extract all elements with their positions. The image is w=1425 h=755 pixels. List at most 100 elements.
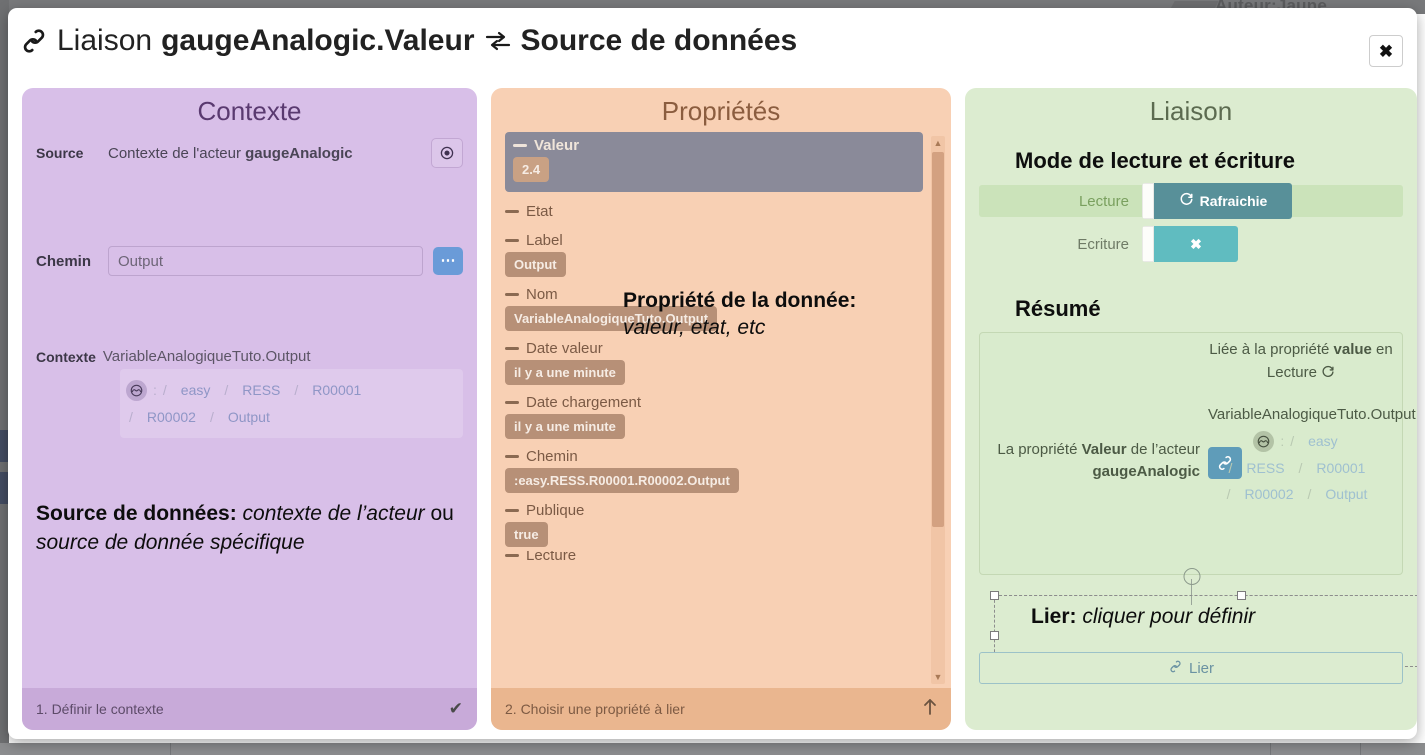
- property-name: Lecture: [526, 551, 577, 560]
- properties-list: Valeur 2.4 Etat Label Output Nom Variabl…: [491, 132, 951, 688]
- ecriture-label: Ecriture: [1077, 235, 1129, 253]
- selection-handle-tc[interactable]: [1237, 591, 1246, 600]
- lecture-row: Lecture Rafraichie: [979, 183, 1403, 219]
- contexte-path-line-2: / R00002 / Output: [126, 404, 457, 431]
- contexte-value-text: VariableAnalogiqueTuto.Output: [102, 348, 311, 365]
- dialog-header: Liaison gaugeAnalogic.Valeur Source de d…: [8, 8, 1417, 70]
- selection-handle-tl[interactable]: [990, 591, 999, 600]
- annotation-source-mid: ou: [424, 502, 454, 526]
- resume-right-block: Liée à la propriété value en Lecture Var…: [1208, 339, 1416, 508]
- chemin-browse-button[interactable]: ⋯: [433, 247, 463, 275]
- dash-icon: [505, 239, 519, 242]
- scrollbar-thumb[interactable]: [932, 152, 944, 527]
- cross-icon: ✖: [1190, 235, 1202, 252]
- mode-section-heading: Mode de lecture et écriture: [1015, 148, 1295, 173]
- wave-signal-icon: [1253, 430, 1275, 452]
- step-1-footer[interactable]: 1. Définir le contexte ✔: [22, 688, 477, 730]
- contexte-path-seg-0[interactable]: easy: [170, 377, 222, 404]
- contexte-path-sep-3: /: [294, 382, 299, 398]
- annotation-source-de-donnees: Source de données: contexte de l’acteur …: [22, 500, 477, 557]
- list-item[interactable]: Date valeur il y a une minute: [505, 335, 923, 385]
- resume-property-name: Valeur: [1081, 441, 1127, 458]
- property-value: Output: [505, 252, 566, 277]
- chemin-label: Chemin: [36, 252, 92, 270]
- panel-contexte-title: Contexte: [197, 96, 302, 126]
- close-icon[interactable]: ✖: [1369, 35, 1403, 67]
- annotation-source-italic-1: contexte de l’acteur: [236, 502, 425, 526]
- resume-path-sep-3: /: [1298, 459, 1303, 476]
- property-name: Chemin: [526, 448, 578, 465]
- resume-path-sep-4: /: [1226, 486, 1231, 503]
- property-value: il y a une minute: [505, 360, 625, 385]
- contexte-path-seg-1[interactable]: RESS: [231, 377, 291, 404]
- list-item[interactable]: Publique true: [505, 497, 923, 547]
- chevron-up-icon[interactable]: ▲: [931, 136, 945, 150]
- step-2-footer[interactable]: 2. Choisir une propriété à lier: [491, 688, 951, 730]
- contexte-path-seg-4[interactable]: Output: [217, 404, 281, 431]
- chemin-row: Chemin ⋯: [22, 246, 477, 276]
- contexte-path-seg-3[interactable]: R00002: [136, 404, 207, 431]
- selection-handle-ml[interactable]: [990, 631, 999, 640]
- lier-button[interactable]: Lier: [979, 652, 1403, 684]
- ecriture-toggle[interactable]: ✖: [1142, 226, 1238, 262]
- annotation-source-italic-2: source de donnée spécifique: [36, 530, 305, 554]
- source-value: Contexte de l'acteur gaugeAnalogic: [108, 144, 353, 162]
- page-title: Liaison gaugeAnalogic.Valeur Source de d…: [20, 24, 797, 58]
- property-name: Nom: [526, 286, 558, 303]
- properties-scrollbar[interactable]: ▲ ▼: [931, 136, 945, 684]
- panel-contexte: Contexte Source Contexte de l'acteur gau…: [22, 88, 477, 730]
- contexte-path-sep-5: /: [209, 408, 214, 425]
- property-value: true: [505, 522, 548, 547]
- resume-path-seg-1[interactable]: RESS: [1235, 455, 1295, 482]
- source-actor-name: gaugeAnalogic: [245, 144, 353, 162]
- property-name-row: Date chargement: [505, 389, 923, 414]
- annotation-propriete-italic: valeur, etat, etc: [623, 316, 766, 340]
- property-value: 2.4: [513, 157, 550, 182]
- resume-binding-description: Liée à la propriété value en Lecture: [1209, 341, 1393, 381]
- title-binding-target: gaugeAnalogic.Valeur: [161, 24, 475, 57]
- property-name: Date valeur: [526, 340, 603, 357]
- contexte-path-seg-2[interactable]: R00001: [301, 377, 372, 404]
- panel-liaison-title: Liaison: [1149, 96, 1233, 126]
- list-item[interactable]: Valeur 2.4: [505, 132, 923, 192]
- property-value: :easy.RESS.R00001.R00002.Output: [505, 468, 739, 493]
- list-item-partial[interactable]: Lecture: [505, 551, 923, 560]
- lecture-toggle[interactable]: Rafraichie: [1142, 183, 1292, 219]
- resume-path-seg-4[interactable]: Output: [1314, 481, 1378, 508]
- resume-path-line-2: / RESS / R00001: [1208, 455, 1394, 482]
- contexte-path-sep-2: /: [224, 382, 229, 398]
- list-item[interactable]: Label Output: [505, 227, 923, 277]
- list-item[interactable]: Etat: [505, 198, 923, 223]
- property-name-row: Chemin: [505, 443, 923, 468]
- link-icon: [20, 27, 48, 55]
- rotate-handle-icon[interactable]: [1183, 568, 1200, 585]
- binding-dialog: Liaison gaugeAnalogic.Valeur Source de d…: [8, 8, 1417, 739]
- ecriture-toggle-body: ✖: [1154, 226, 1238, 262]
- property-name: Publique: [526, 502, 585, 519]
- target-icon[interactable]: [431, 138, 463, 168]
- panel-proprietes-body: Valeur 2.4 Etat Label Output Nom Variabl…: [491, 132, 951, 688]
- source-label: Source: [36, 145, 84, 161]
- lecture-toggle-knob: [1142, 183, 1154, 219]
- list-item[interactable]: Chemin :easy.RESS.R00001.R00002.Output: [505, 443, 923, 493]
- property-name: Date chargement: [526, 394, 642, 411]
- lier-zone: Lier: cliquer pour définir Lier: [979, 568, 1417, 684]
- property-name: Valeur: [534, 137, 580, 154]
- property-name-row: Valeur: [513, 137, 915, 157]
- check-icon: ✔: [448, 699, 463, 718]
- chemin-input[interactable]: [108, 246, 423, 276]
- swap-arrows-icon: [484, 29, 512, 53]
- resume-path-line-1: : / easy: [1208, 428, 1394, 455]
- property-value: il y a une minute: [505, 414, 625, 439]
- dash-icon: [505, 210, 519, 213]
- annotation-propriete-bold: Propriété de la donnée:: [623, 289, 857, 312]
- list-item[interactable]: Date chargement il y a une minute: [505, 389, 923, 439]
- chevron-down-icon[interactable]: ▼: [931, 670, 945, 684]
- resume-section-heading: Résumé: [1015, 296, 1101, 321]
- resume-box: La propriété Valeur de l’acteur gaugeAna…: [979, 332, 1416, 575]
- resume-path-seg-3[interactable]: R00002: [1233, 481, 1304, 508]
- dash-icon: [505, 554, 519, 557]
- resume-path-seg-2[interactable]: R00001: [1305, 455, 1376, 482]
- resume-path-seg-0[interactable]: easy: [1297, 428, 1349, 455]
- resume-path-line-3: / R00002 / Output: [1208, 481, 1394, 508]
